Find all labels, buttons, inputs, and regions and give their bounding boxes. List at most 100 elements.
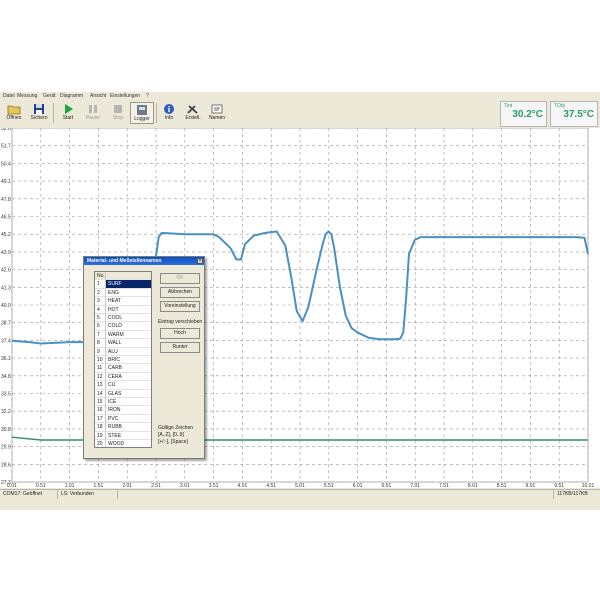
memory-status: 117KB/117KB [557,491,588,497]
names-label: Namen [208,115,226,121]
open-button[interactable]: Öffnen [2,102,26,124]
material-row[interactable]: 3 HEAT [95,297,151,306]
material-row[interactable]: 1 SURF [95,280,151,289]
menu-item[interactable]: Diagramm [60,92,83,100]
material-name: HOT [106,306,151,314]
readout-value: 30.2°C [512,109,543,120]
valid-chars-label: Gültige Zeichen [158,425,194,431]
x-tick-label: 1.51 [94,483,104,488]
menu-item[interactable]: Einstellungen [110,92,140,100]
material-row[interactable]: 20 WOOD [95,440,151,447]
stop-icon [114,105,122,113]
y-tick-label: 47.8 [1,197,11,203]
ok-button[interactable]: OK [160,273,200,284]
material-number: 4 [95,305,106,314]
material-row[interactable]: 13 CU [95,381,151,390]
material-row[interactable]: 11 CARB [95,364,151,373]
material-row[interactable]: 15 ICE [95,398,151,407]
y-tick-label: 37.4 [1,338,11,344]
material-list[interactable]: No. 1 SURF 2 ENG 3 HEAT 4 HOT 5 COOL 6 COLD 7 WARM 8 WA… [94,271,152,448]
x-tick-label: 5.01 [295,483,305,488]
move-up-button[interactable]: Hoch [160,328,200,339]
material-names-dialog: Material- und Meßstellennamen × No. 1 SUR… [83,256,205,459]
open-label: Öffnen [6,115,22,121]
logger-button[interactable]: Logger [130,102,154,124]
material-row[interactable]: 6 COLD [95,322,151,331]
menu-item[interactable]: Messung [17,92,37,100]
x-tick-label: 3.51 [209,483,219,488]
y-tick-label: 27.3 [1,480,11,486]
menu-item[interactable]: Ansicht [90,92,106,100]
pause-label: Pause [85,115,101,121]
start-button[interactable]: Start [56,102,80,124]
material-name: IRON [106,406,151,415]
x-tick-label: 3.01 [180,483,190,488]
material-row[interactable]: 9 ALU [95,347,151,356]
info-button[interactable]: Info [157,102,181,124]
stop-label: Stop [112,115,124,121]
stop-button[interactable]: Stop [106,102,130,124]
material-row[interactable]: 19 STEE [95,431,151,440]
close-icon[interactable]: × [197,258,203,264]
material-row[interactable]: 18 RUBB [95,423,151,432]
connection-status: LS: Verbunden [58,490,118,499]
internal-temperature-readout: Tint 30.2°C [500,101,547,127]
material-row[interactable]: 16 IRON [95,406,151,415]
start-label: Start [62,115,74,121]
material-row[interactable]: 17 PVC [95,414,151,424]
application-window: Datei Messung Gerät Diagramm Ansicht Einstell… [0,92,600,510]
readout-label: Tint [504,103,513,109]
save-button[interactable]: Sichern [27,102,51,124]
names-button[interactable]: Namen [205,102,229,124]
material-row[interactable]: 5 COOL [95,314,151,323]
x-tick-label: 5.51 [324,483,334,488]
x-tick-label: 10.01 [582,483,595,488]
material-number: 16 [95,406,106,415]
material-number: 8 [95,339,106,348]
logger-icon [137,105,147,115]
material-number: 15 [95,398,106,407]
material-row[interactable]: 4 HOT [95,305,151,314]
material-row[interactable]: 12 CERA [95,372,151,382]
dialog-title: Material- und Meßstellennamen [87,258,162,264]
names-icon [211,104,223,114]
material-row[interactable]: 14 GLAS [95,389,151,398]
info-icon [164,104,174,114]
y-tick-label: 43.9 [1,250,11,256]
material-row[interactable]: 8 WALL [95,339,151,348]
material-name: COLD [106,322,151,331]
material-number: 1 [95,280,106,289]
menu-item[interactable]: Datei [3,92,15,100]
material-number: 9 [95,347,106,356]
menu-item[interactable]: ? [146,92,149,100]
material-name: ICE [106,398,151,407]
y-tick-label: 40.0 [1,303,11,309]
material-number: 6 [95,322,106,331]
toolbar: Öffnen Sichern Start Pause Stop Logger I… [0,100,600,129]
create-button[interactable]: Erstell. [181,102,205,124]
material-row[interactable]: 7 WARM [95,330,151,340]
tools-icon [187,105,198,114]
cancel-button[interactable]: Abbrechen [160,287,200,298]
y-tick-label: 28.6 [1,462,11,468]
x-tick-label: 6.51 [382,483,392,488]
save-label: Sichern [30,115,48,121]
x-tick-label: 4.01 [238,483,248,488]
x-tick-label: 8.51 [497,483,507,488]
material-number: 10 [95,356,106,365]
material-number: 18 [95,423,106,432]
material-name: WARM [106,331,151,340]
move-down-button[interactable]: Runter [160,342,200,353]
menu-item[interactable]: Gerät [43,92,56,100]
pause-button[interactable]: Pause [81,102,105,124]
x-tick-label: 2.01 [122,483,132,488]
info-label: Info [164,115,174,121]
material-name: RUBB [106,423,151,432]
y-tick-label: 52.6 [1,128,11,132]
toolbar-separator [53,103,54,123]
dialog-title-bar[interactable]: Material- und Meßstellennamen × [84,257,204,265]
material-row[interactable]: 2 ENG [95,288,151,298]
defaults-button[interactable]: Voreinstellung [160,301,200,312]
material-number: 17 [95,414,106,424]
material-row[interactable]: 10 BRIC [95,356,151,365]
